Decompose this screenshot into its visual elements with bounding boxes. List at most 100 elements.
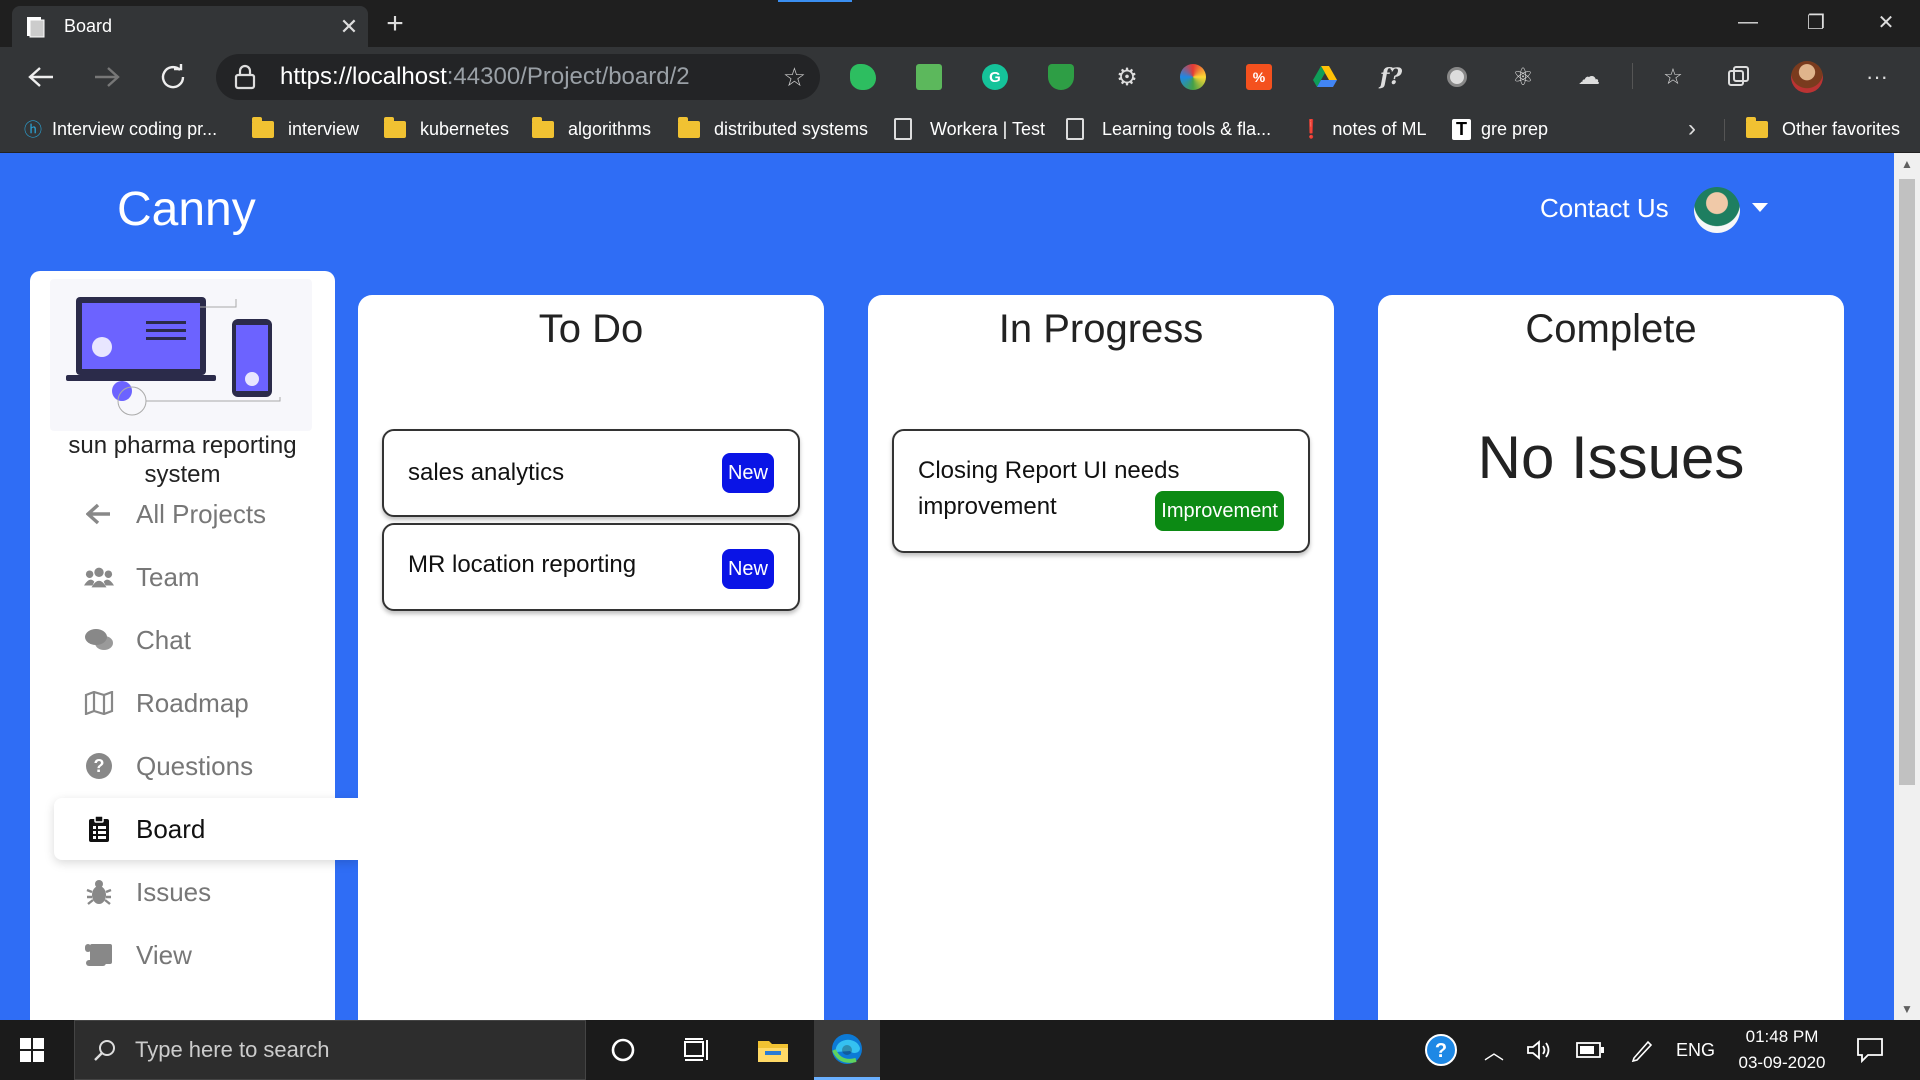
sidebar-item-issues[interactable]: Issues	[54, 861, 354, 923]
window-minimize-button[interactable]: —	[1718, 0, 1778, 44]
clipboard-icon	[84, 815, 114, 843]
circle-extension-icon[interactable]	[1440, 60, 1474, 94]
formula-extension-icon[interactable]: f?	[1374, 60, 1408, 94]
bookmark-folder[interactable]: kubernetes	[384, 107, 509, 151]
drive-triangle-icon	[1313, 66, 1337, 87]
sidebar-item-view[interactable]: View	[54, 924, 354, 986]
url-text: https://localhost:44300/Project/board/2	[280, 63, 690, 91]
sidebar-item-questions[interactable]: ? Questions	[54, 735, 354, 797]
toolbar-separator	[1632, 63, 1633, 89]
bookmark-item[interactable]: ⓗ Interview coding pr...	[24, 107, 217, 151]
windows-start-icon[interactable]	[20, 1038, 44, 1062]
system-clock[interactable]: 01:48 PM 03-09-2020	[1720, 1024, 1844, 1076]
browser-toolbar: https://localhost:44300/Project/board/2 …	[0, 47, 1920, 107]
bookmark-folder[interactable]: interview	[252, 107, 359, 151]
percent-extension-icon[interactable]: %	[1242, 60, 1276, 94]
printer-extension-icon[interactable]	[912, 60, 946, 94]
tab-close-icon[interactable]: ✕	[330, 14, 368, 40]
search-icon	[94, 1040, 115, 1061]
pen-icon[interactable]	[1630, 1020, 1654, 1080]
favorite-star-icon[interactable]: ☆	[783, 62, 806, 93]
bookmark-label: distributed systems	[714, 118, 869, 139]
bookmark-label: interview	[288, 118, 360, 139]
grammarly-extension-icon[interactable]: G	[978, 60, 1012, 94]
other-favorites-folder[interactable]: Other favorites	[1746, 107, 1900, 151]
collections-icon[interactable]	[1722, 60, 1756, 94]
bookmark-item[interactable]: ❗ notes of ML	[1300, 107, 1426, 151]
svg-text:?: ?	[1435, 1040, 1447, 1062]
board-favicon-icon	[27, 16, 45, 37]
contact-us-link[interactable]: Contact Us	[1540, 193, 1669, 224]
refresh-button[interactable]	[152, 56, 194, 98]
address-bar[interactable]: https://localhost:44300/Project/board/2 …	[216, 54, 820, 100]
users-icon	[84, 566, 114, 588]
chat-icon	[84, 628, 114, 652]
refresh-icon	[161, 64, 185, 89]
scrollbar-thumb[interactable]	[1899, 179, 1915, 785]
arrow-left-icon	[28, 67, 53, 87]
brand-logo[interactable]: Canny	[117, 182, 256, 237]
bookmarks-overflow-chevron-icon[interactable]: ›	[1688, 107, 1696, 151]
shield-extension-icon[interactable]	[1044, 60, 1078, 94]
bug-icon	[84, 878, 114, 906]
notifications-icon[interactable]	[1856, 1020, 1884, 1080]
bookmark-label: gre prep	[1481, 118, 1549, 139]
folder-icon	[252, 116, 274, 138]
volume-icon[interactable]	[1526, 1020, 1552, 1080]
help-tray-icon[interactable]: ?	[1424, 1020, 1458, 1080]
folder-icon	[1746, 116, 1768, 138]
column-title: Complete	[1525, 307, 1697, 351]
window-restore-button[interactable]: ❐	[1786, 0, 1846, 44]
sidebar-item-label: All Projects	[136, 498, 267, 529]
evernote-extension-icon[interactable]	[846, 60, 880, 94]
sidebar-item-board[interactable]: Board	[54, 798, 359, 860]
color-picker-extension-icon[interactable]	[1176, 60, 1210, 94]
google-drive-extension-icon[interactable]	[1308, 60, 1342, 94]
new-tab-button[interactable]: +	[380, 6, 410, 42]
bookmark-folder[interactable]: distributed systems	[678, 107, 868, 151]
react-extension-icon[interactable]: ⚛	[1506, 60, 1540, 94]
window-close-button[interactable]: ✕	[1856, 0, 1916, 44]
profile-avatar[interactable]	[1790, 60, 1824, 94]
issue-card[interactable]: Closing Report UI needs improvement Impr…	[892, 429, 1310, 553]
sidebar-item-label: Questions	[136, 750, 254, 781]
bookmarks-bar: ⓗ Interview coding pr... interview kubern…	[0, 107, 1920, 153]
chevron-up-icon[interactable]: ︿	[1484, 1020, 1504, 1080]
sidebar-item-label: Chat	[136, 624, 191, 655]
favorites-list-icon[interactable]: ☆	[1656, 60, 1690, 94]
browser-tab[interactable]: Board ✕	[12, 6, 368, 47]
bookmark-item[interactable]: Tgre prep	[1452, 107, 1548, 151]
cloud-extension-icon[interactable]: ☁	[1572, 60, 1606, 94]
issue-card[interactable]: MR location reporting New	[382, 523, 800, 611]
sidebar-item-label: Team	[136, 561, 200, 592]
sidebar-item-all-projects[interactable]: All Projects	[54, 483, 354, 545]
sidebar-item-roadmap[interactable]: Roadmap	[54, 672, 354, 734]
user-avatar[interactable]	[1694, 187, 1740, 233]
scroll-up-arrow-icon[interactable]: ▲	[1894, 157, 1920, 171]
bookmark-folder[interactable]: algorithms	[532, 107, 651, 151]
sidebar-item-chat[interactable]: Chat	[54, 609, 354, 671]
sidebar-item-team[interactable]: Team	[54, 546, 354, 608]
issue-card[interactable]: sales analytics New	[382, 429, 800, 517]
arrow-left-icon	[84, 503, 114, 525]
page-scrollbar[interactable]: ▲ ▼	[1894, 153, 1920, 1020]
cortana-icon[interactable]	[590, 1020, 656, 1080]
file-explorer-icon[interactable]	[740, 1020, 806, 1080]
caret-down-icon[interactable]	[1752, 203, 1768, 212]
language-indicator[interactable]: ENG	[1676, 1020, 1715, 1080]
taskbar-search-box[interactable]: Type here to search	[74, 1020, 586, 1080]
devices-illustration-icon	[66, 297, 281, 416]
task-view-icon[interactable]	[664, 1020, 730, 1080]
column-title: In Progress	[998, 307, 1204, 351]
forward-button[interactable]	[86, 56, 128, 98]
bookmark-item[interactable]: Learning tools & fla...	[1066, 107, 1271, 151]
search-placeholder: Type here to search	[135, 1037, 330, 1062]
edge-browser-taskbar-icon[interactable]	[814, 1020, 880, 1080]
more-menu-button[interactable]: ···	[1860, 60, 1894, 94]
bookmark-item[interactable]: Workera | Test	[894, 107, 1045, 151]
scroll-down-arrow-icon[interactable]: ▼	[1894, 1002, 1920, 1016]
gear-extension-icon[interactable]: ⚙	[1110, 60, 1144, 94]
battery-icon[interactable]	[1576, 1020, 1604, 1080]
back-button[interactable]	[20, 56, 62, 98]
folder-icon	[384, 116, 406, 138]
